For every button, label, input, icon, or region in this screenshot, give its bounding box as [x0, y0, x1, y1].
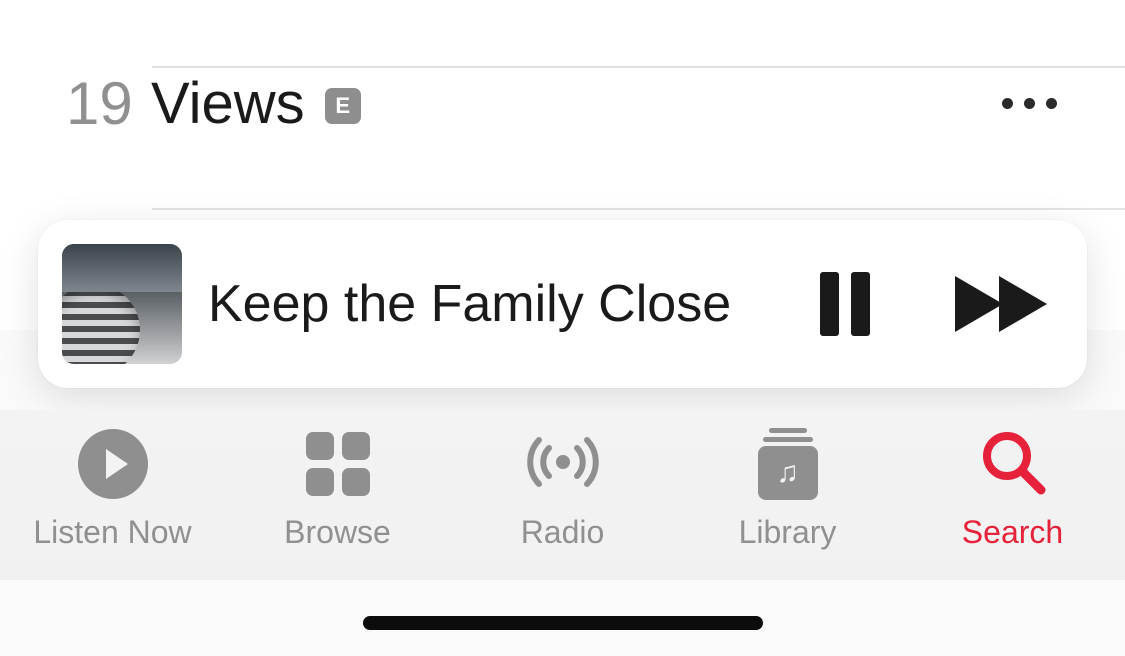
divider — [152, 208, 1125, 210]
pause-button[interactable] — [820, 272, 870, 336]
radio-waves-icon — [515, 428, 611, 500]
track-row[interactable]: 19 Views E — [0, 33, 1125, 173]
tab-label: Radio — [521, 514, 605, 551]
tab-label: Library — [739, 514, 837, 551]
now-playing-bar[interactable]: Keep the Family Close — [38, 220, 1087, 388]
tab-label: Search — [962, 514, 1063, 551]
tab-browse[interactable]: Browse — [225, 428, 450, 551]
tab-search[interactable]: Search — [900, 428, 1125, 551]
tab-label: Listen Now — [33, 514, 191, 551]
track-title: Views — [151, 70, 305, 137]
home-indicator[interactable] — [363, 616, 763, 630]
divider — [152, 66, 1125, 68]
tab-listen-now[interactable]: Listen Now — [0, 428, 225, 551]
tab-bar: Listen Now Browse Radio — [0, 410, 1125, 580]
search-icon — [977, 428, 1049, 500]
next-track-button[interactable] — [955, 276, 1049, 332]
album-artwork — [62, 244, 182, 364]
play-circle-icon — [78, 428, 148, 500]
now-playing-title: Keep the Family Close — [208, 274, 820, 334]
more-options-button[interactable] — [1002, 98, 1057, 109]
tab-library[interactable]: ♫ Library — [675, 428, 900, 551]
tab-label: Browse — [284, 514, 391, 551]
track-number: 19 — [66, 69, 151, 138]
tab-radio[interactable]: Radio — [450, 428, 675, 551]
explicit-badge: E — [325, 88, 361, 124]
grid-icon — [306, 428, 370, 500]
library-icon: ♫ — [758, 428, 818, 500]
